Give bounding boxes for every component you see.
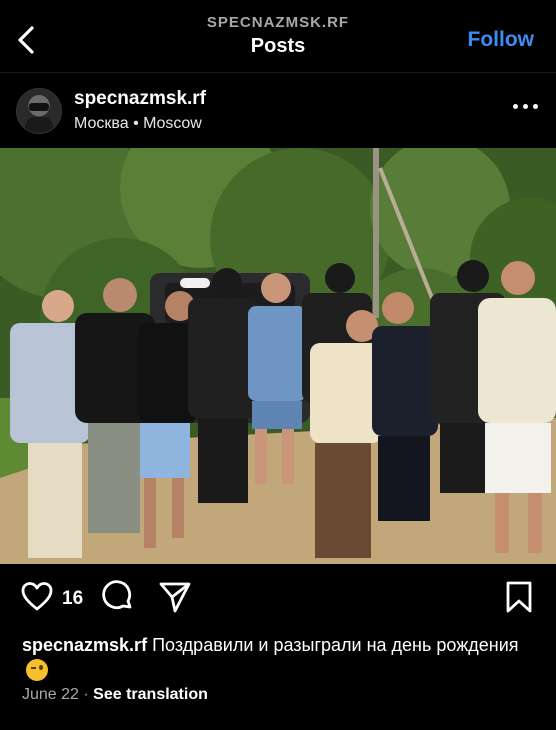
send-icon	[159, 582, 191, 613]
post-caption: specnazmsk.rf Поздравили и разыграли на …	[22, 632, 542, 684]
like-button[interactable]	[20, 580, 54, 619]
bookmark-icon	[506, 581, 532, 613]
top-nav-bar: SPECNAZMSK.RF Posts Follow	[0, 0, 556, 72]
more-options-button[interactable]	[513, 104, 538, 109]
like-count[interactable]: 16	[62, 588, 83, 610]
caption-username[interactable]: specnazmsk.rf	[22, 635, 147, 655]
see-translation-link[interactable]: See translation	[93, 686, 208, 703]
post-date: June 22	[22, 686, 79, 703]
heart-outline-icon	[21, 582, 53, 611]
comment-icon	[102, 580, 132, 610]
avatar[interactable]	[16, 88, 62, 134]
group-photo-illustration	[0, 148, 556, 564]
caption-text: Поздравили и разыграли на день рождения	[152, 635, 519, 655]
divider	[0, 72, 556, 73]
post-username[interactable]: specnazmsk.rf	[74, 88, 206, 110]
post-header: specnazmsk.rf Москва • Moscow	[0, 78, 556, 148]
share-button[interactable]	[158, 580, 192, 619]
save-button[interactable]	[504, 580, 534, 619]
meta-separator: ·	[83, 686, 89, 703]
post-meta: June 22 · See translation	[22, 686, 208, 704]
post-actions-bar: 16	[0, 578, 556, 622]
more-horizontal-icon	[513, 104, 518, 109]
winking-face-icon	[26, 659, 48, 681]
post-location[interactable]: Москва • Moscow	[74, 115, 202, 133]
comment-button[interactable]	[101, 580, 135, 619]
follow-button[interactable]: Follow	[468, 28, 535, 52]
post-photo[interactable]	[0, 148, 556, 564]
